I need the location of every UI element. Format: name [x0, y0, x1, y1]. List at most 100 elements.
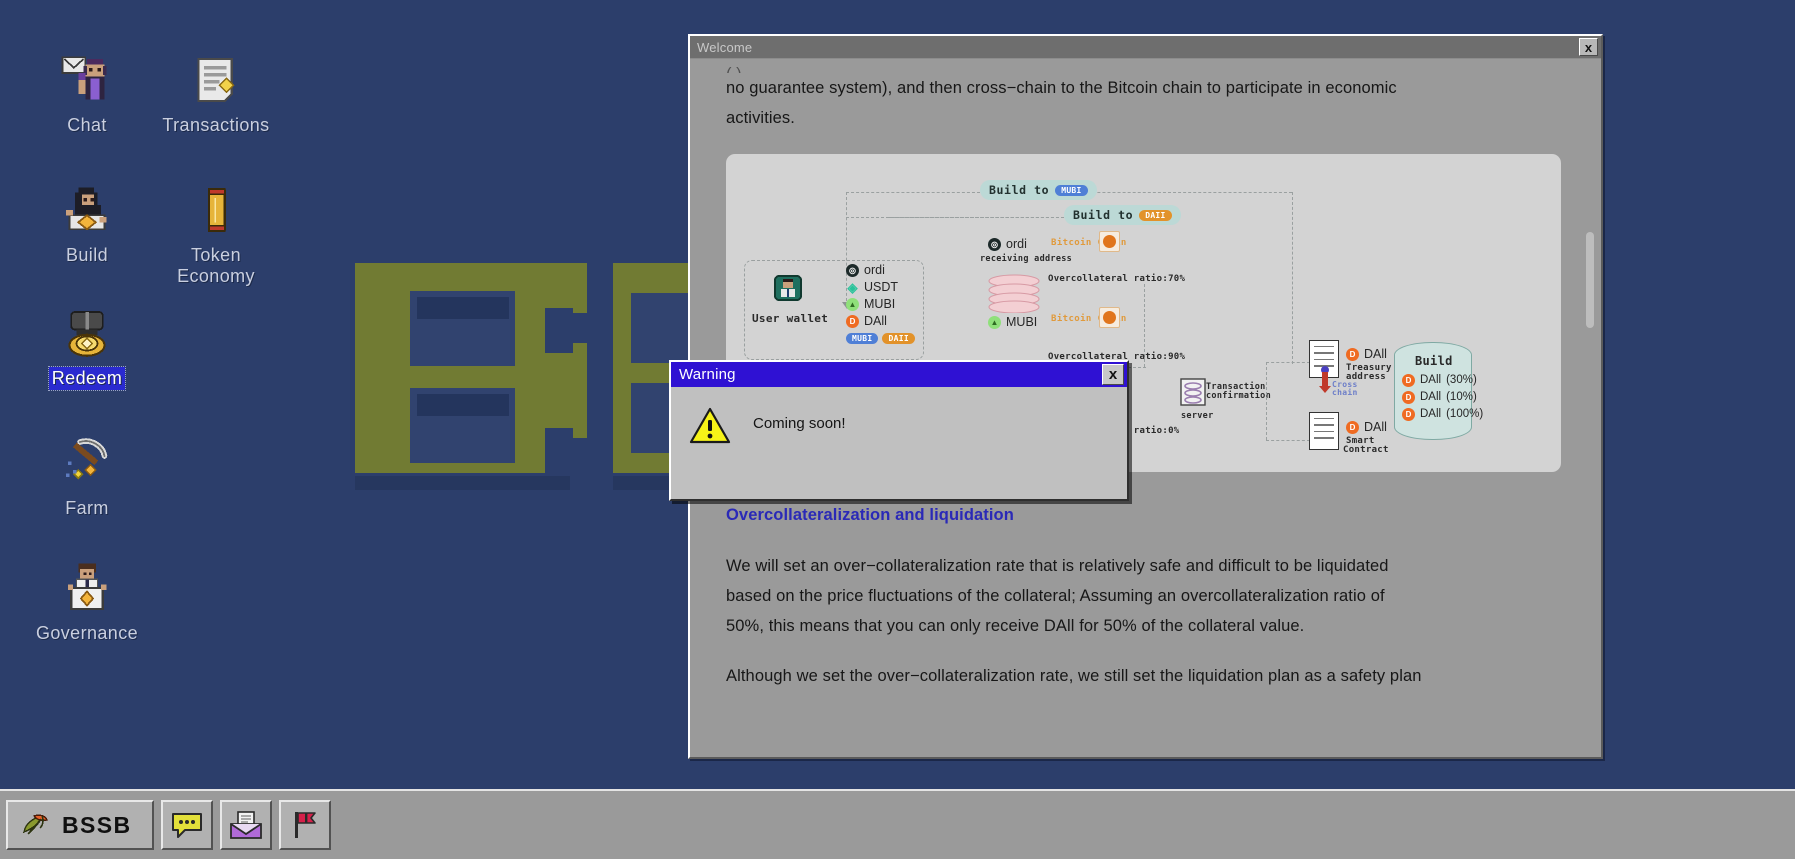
build-to-mubi-pill: Build to MUBI [980, 180, 1097, 200]
token-name: DAll [1420, 391, 1442, 403]
cross-chain-arrow [1318, 366, 1332, 399]
bssb-butterfly-icon [23, 814, 48, 835]
desktop-icon-label: Redeem [47, 366, 127, 391]
token-name: MUBI [1006, 315, 1038, 329]
start-button[interactable]: BSSB [6, 800, 154, 850]
desktop-icon-redeem[interactable]: Redeem [22, 305, 152, 391]
desktop-icon-farm[interactable]: Farm [22, 435, 152, 520]
chain-dot-icon [1103, 235, 1116, 248]
cross-chain-label-2: chain [1332, 388, 1358, 397]
token-row: D DAll [846, 313, 915, 330]
body-line: 50%, this means that you can only receiv… [726, 617, 1305, 635]
build-to-daii-pill: Build to DAII [1064, 205, 1181, 225]
build-to-label: Build to [1073, 208, 1134, 222]
mubi-coin-icon: ▲ [846, 298, 859, 311]
dialog-titlebar[interactable]: Warning x [671, 362, 1127, 387]
build-cylinder-rows: D DAll (30%) D DAll (10%) D DAll (100%) [1402, 372, 1483, 423]
dail-coin-icon: D [1402, 391, 1415, 404]
token-name: DAll [1364, 420, 1387, 434]
token-pct: (10%) [1446, 391, 1477, 403]
token-name: USDT [864, 280, 899, 294]
taskbar-button-mail[interactable] [220, 800, 272, 850]
desktop-icon-label: Token Economy [177, 245, 255, 286]
desktop[interactable]: Chat Transactions Build Token Economy Re… [0, 0, 1795, 789]
desktop-icon-token-economy[interactable]: Token Economy [151, 182, 281, 288]
token-row: ◈ USDT [846, 279, 915, 296]
press-coin-icon [68, 311, 106, 357]
diagram-connector [1266, 362, 1310, 363]
token-name: DAll [1420, 408, 1442, 420]
ordi-coin-icon: ◎ [846, 264, 859, 277]
contract-token-row: D DAll [1346, 419, 1387, 436]
dail-coin-icon: D [1346, 421, 1359, 434]
chain-dot-icon [1103, 311, 1116, 324]
token-pct: (100%) [1446, 408, 1484, 420]
desktop-icon-label: Build [65, 245, 109, 265]
speech-bubble-icon [172, 813, 202, 838]
body-line: Although we set the over−collateralizati… [726, 667, 1422, 685]
desktop-icon-build[interactable]: Build [22, 182, 152, 267]
diagram-connector [846, 192, 980, 193]
window-titlebar[interactable]: Welcome x [690, 36, 1601, 59]
bitcoin-chain-box [1099, 231, 1120, 252]
mubi-tag: MUBI [1055, 184, 1088, 196]
section-heading: Overcollateralization and liquidation [726, 506, 1014, 524]
dail-coin-icon: D [1402, 408, 1415, 421]
token-pct: (30%) [1446, 374, 1477, 386]
dail-coin-icon: D [846, 315, 859, 328]
wallet-avatar-icon [772, 272, 804, 309]
layer-stack-icon [986, 273, 1042, 318]
warning-dialog[interactable]: Warning x Coming soon! [669, 360, 1129, 501]
daii-tag: DAII [1139, 209, 1172, 221]
user-wallet-label: User wallet [752, 312, 829, 325]
mail-envelope-icon [230, 811, 262, 839]
build-to-label: Build to [989, 183, 1050, 197]
taskbar-button-flag[interactable] [279, 800, 331, 850]
mubi-row: ▲ MUBI [988, 314, 1037, 331]
server-icon [1178, 376, 1208, 413]
pickaxe-gems-icon [66, 438, 108, 480]
build-row: D DAll (30%) [1402, 372, 1483, 389]
build-cylinder-title: Build [1415, 354, 1453, 368]
dialog-body: Coming soon! [671, 387, 1127, 445]
taskbar[interactable]: BSSB [0, 789, 1795, 859]
token-scroll-icon [207, 188, 226, 232]
scroll-document-icon [197, 57, 235, 103]
token-name: DAll [1364, 347, 1387, 361]
dialog-title: Warning [679, 366, 736, 383]
window-close-button[interactable]: x [1579, 38, 1598, 56]
dialog-close-button[interactable]: x [1102, 364, 1124, 385]
diagram-connector [1266, 440, 1310, 441]
chat-person-icon [61, 56, 107, 100]
desktop-icon-transactions[interactable]: Transactions [151, 52, 281, 137]
window-scrollbar[interactable] [1586, 66, 1594, 743]
build-row: D DAll (100%) [1402, 406, 1483, 423]
window-scrollbar-thumb[interactable] [1586, 232, 1594, 328]
start-button-label: BSSB [62, 811, 132, 838]
daii-tag: DAII [882, 333, 915, 344]
receiving-address-label: receiving address [980, 254, 1073, 264]
desktop-icon-label: Chat [67, 115, 107, 135]
token-name: DAll [864, 314, 887, 328]
desktop-icon-chat[interactable]: Chat [22, 52, 152, 137]
token-name: MUBI [864, 297, 896, 311]
hooded-builder-icon [66, 187, 107, 231]
token-name: ordi [1006, 237, 1027, 251]
desktop-icon-governance[interactable]: Governance [22, 560, 152, 645]
taskbar-button-chat[interactable] [161, 800, 213, 850]
bitcoin-chain-box [1099, 307, 1120, 328]
server-label-line2: confirmation [1206, 391, 1272, 401]
body-line: based on the price fluctuations of the c… [726, 587, 1385, 605]
token-name: ordi [864, 263, 885, 277]
token-row: ▲ MUBI [846, 296, 915, 313]
warning-triangle-icon [689, 407, 731, 444]
body-line: We will set an over−collateralization ra… [726, 557, 1389, 575]
window-title: Welcome [697, 39, 753, 55]
diagram-connector [1266, 362, 1267, 440]
ordi-receiving-row: ◎ ordi [988, 236, 1027, 253]
mubi-coin-icon: ▲ [988, 316, 1001, 329]
paragraph-line: activities. [726, 109, 795, 127]
ordi-coin-icon: ◎ [988, 238, 1001, 251]
token-name: DAll [1420, 374, 1442, 386]
dail-coin-icon: D [1402, 374, 1415, 387]
